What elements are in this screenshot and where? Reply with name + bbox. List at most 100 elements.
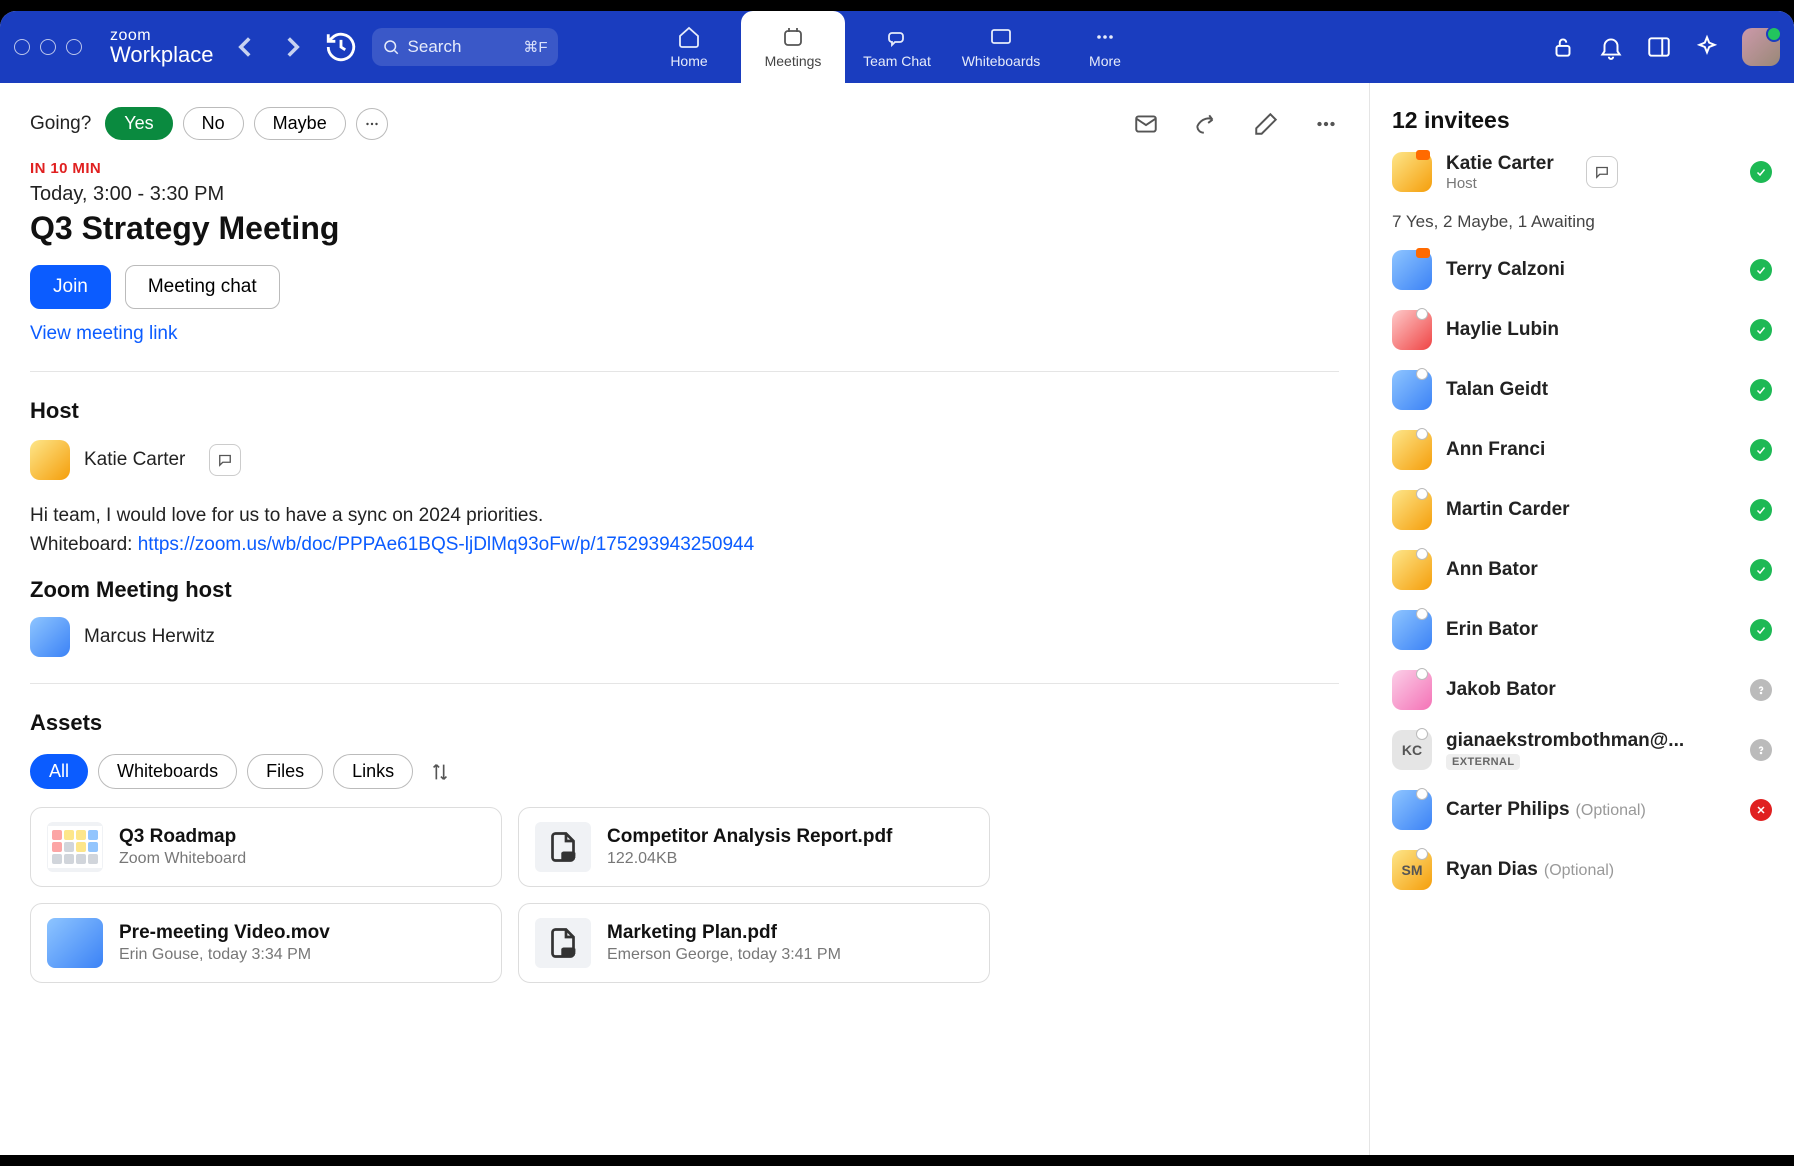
asset-card[interactable]: Pre-meeting Video.mov Erin Gouse, today 3… — [30, 903, 502, 983]
external-badge: EXTERNAL — [1446, 754, 1520, 770]
pdf-icon: PDF — [535, 822, 591, 872]
rsvp-maybe-button[interactable]: Maybe — [254, 107, 346, 140]
search-input[interactable]: Search ⌘F — [372, 28, 558, 66]
traffic-max[interactable] — [66, 39, 82, 55]
presence-icon — [1416, 848, 1428, 860]
presence-icon — [1416, 668, 1428, 680]
topbar: zoom Workplace Search ⌘F Home Meetings T… — [0, 11, 1794, 83]
zoom-host-avatar — [30, 617, 70, 657]
meeting-chat-button[interactable]: Meeting chat — [125, 265, 280, 309]
svg-text:PDF: PDF — [562, 950, 574, 956]
share-icon[interactable] — [1193, 111, 1219, 137]
invitee-name: Haylie Lubin — [1446, 319, 1559, 340]
invitee-row: Martin Carder — [1392, 490, 1772, 530]
whiteboard-link[interactable]: https://zoom.us/wb/doc/PPPAe61BQS-ljDlMq… — [138, 534, 754, 555]
asset-card[interactable]: Q3 RoadmapZoom Whiteboard — [30, 807, 502, 887]
rsvp-yes-button[interactable]: Yes — [105, 107, 172, 140]
search-icon — [382, 38, 400, 56]
nav-forward-button[interactable] — [276, 30, 310, 64]
invitee-name: Carter Philips — [1446, 799, 1570, 820]
asset-sub: Zoom Whiteboard — [119, 850, 246, 868]
panel-icon[interactable] — [1646, 34, 1672, 60]
status-yes-icon — [1750, 619, 1772, 641]
asset-card[interactable]: PDF Competitor Analysis Report.pdf122.04… — [518, 807, 990, 887]
asset-sub: Erin Gouse, today 3:34 PM — [119, 946, 330, 964]
rsvp-no-button[interactable]: No — [183, 107, 244, 140]
invitee-name: Katie Carter — [1446, 153, 1554, 175]
whiteboards-icon — [989, 25, 1013, 49]
invitee-row: Talan Geidt — [1392, 370, 1772, 410]
tab-home[interactable]: Home — [637, 11, 741, 83]
search-placeholder: Search — [408, 37, 462, 57]
countdown-label: IN 10 MIN — [30, 160, 1339, 177]
status-yes-icon — [1750, 161, 1772, 183]
whiteboard-thumb-icon — [47, 822, 103, 872]
invitee-role: Host — [1446, 175, 1554, 192]
bell-icon[interactable] — [1598, 34, 1624, 60]
invitee-name: Ann Franci — [1446, 439, 1545, 460]
invitee-summary: 7 Yes, 2 Maybe, 1 Awaiting — [1392, 212, 1772, 232]
brand-workplace: Workplace — [110, 44, 214, 66]
lock-icon[interactable] — [1550, 34, 1576, 60]
optional-label: (Optional) — [1544, 862, 1614, 879]
camera-presence-icon — [1416, 248, 1430, 258]
invitee-row: Ann Franci — [1392, 430, 1772, 470]
status-unknown-icon — [1750, 679, 1772, 701]
rsvp-row: Going? Yes No Maybe — [30, 107, 1339, 140]
status-yes-icon — [1750, 559, 1772, 581]
profile-avatar[interactable] — [1742, 28, 1780, 66]
asset-tab-whiteboards[interactable]: Whiteboards — [98, 754, 237, 789]
asset-tab-all[interactable]: All — [30, 754, 88, 789]
asset-title: Pre-meeting Video.mov — [119, 922, 330, 944]
host-row: Katie Carter — [30, 440, 1339, 480]
sparkle-icon[interactable] — [1694, 34, 1720, 60]
asset-sub: 122.04KB — [607, 850, 892, 868]
presence-icon — [1416, 368, 1428, 380]
rsvp-more-button[interactable] — [356, 108, 388, 140]
tab-teamchat-label: Team Chat — [863, 53, 931, 69]
invitee-name: Ann Bator — [1446, 559, 1538, 580]
meeting-time: Today, 3:00 - 3:30 PM — [30, 183, 1339, 206]
tab-teamchat[interactable]: Team Chat — [845, 11, 949, 83]
nav-tabs: Home Meetings Team Chat Whiteboards More — [637, 11, 1157, 83]
video-thumb-icon — [47, 918, 103, 968]
invitee-row: KCgianaekstrombothman@...EXTERNAL — [1392, 730, 1772, 770]
chat-invitee-button[interactable] — [1586, 156, 1618, 188]
zoom-host-heading: Zoom Meeting host — [30, 577, 1339, 603]
status-yes-icon — [1750, 319, 1772, 341]
traffic-lights — [14, 39, 82, 55]
nav-back-button[interactable] — [228, 30, 262, 64]
invitee-row: Terry Calzoni — [1392, 250, 1772, 290]
main-panel: Going? Yes No Maybe IN 10 MIN Today, 3:0… — [0, 83, 1370, 1155]
pdf-icon: PDF — [535, 918, 591, 968]
tab-whiteboards[interactable]: Whiteboards — [949, 11, 1053, 83]
traffic-close[interactable] — [14, 39, 30, 55]
edit-icon[interactable] — [1253, 111, 1279, 137]
teamchat-icon — [885, 25, 909, 49]
overflow-icon[interactable] — [1313, 111, 1339, 137]
presence-icon — [1416, 728, 1428, 740]
invitee-name: gianaekstrombothman@... — [1446, 730, 1684, 751]
asset-card[interactable]: PDF Marketing Plan.pdfEmerson George, to… — [518, 903, 990, 983]
tab-more[interactable]: More — [1053, 11, 1157, 83]
sort-icon[interactable] — [429, 761, 451, 783]
asset-grid: Q3 RoadmapZoom Whiteboard PDF Competitor… — [30, 807, 990, 983]
brand: zoom Workplace — [110, 28, 214, 66]
chat-host-button[interactable] — [209, 444, 241, 476]
assets-heading: Assets — [30, 710, 1339, 736]
desc-line1: Hi team, I would love for us to have a s… — [30, 502, 1339, 531]
tab-meetings[interactable]: Meetings — [741, 11, 845, 83]
status-unknown-icon — [1750, 739, 1772, 761]
view-meeting-link[interactable]: View meeting link — [30, 323, 178, 345]
invitees-heading: 12 invitees — [1392, 107, 1772, 134]
asset-tab-links[interactable]: Links — [333, 754, 413, 789]
mail-icon[interactable] — [1133, 111, 1159, 137]
invitee-row: Erin Bator — [1392, 610, 1772, 650]
presence-icon — [1416, 488, 1428, 500]
join-button[interactable]: Join — [30, 265, 111, 309]
history-button[interactable] — [324, 30, 358, 64]
traffic-min[interactable] — [40, 39, 56, 55]
asset-tab-files[interactable]: Files — [247, 754, 323, 789]
home-icon — [677, 25, 701, 49]
invitee-row: SMRyan Dias(Optional) — [1392, 850, 1772, 890]
